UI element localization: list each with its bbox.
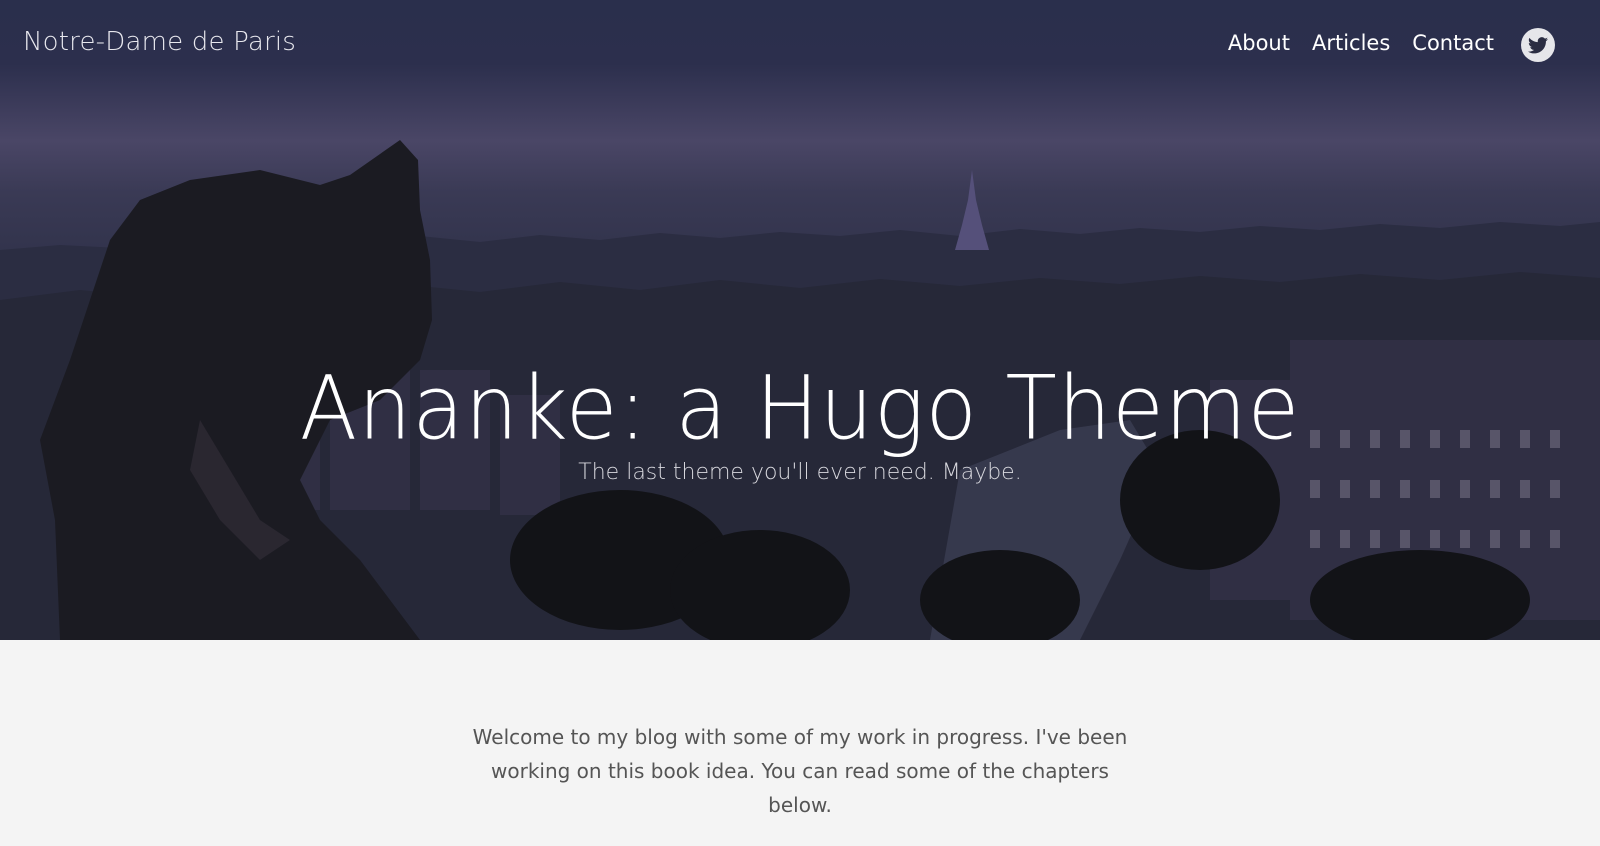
hero-background-image [0, 140, 1600, 640]
hero-banner: Notre-Dame de Paris About Articles Conta… [0, 0, 1600, 640]
site-title-link[interactable]: Notre-Dame de Paris [23, 27, 296, 57]
twitter-icon [1528, 36, 1548, 53]
hero-title: Ananke: a Hugo Theme [299, 356, 1301, 460]
hero-subtitle: The last theme you'll ever need. Maybe. [578, 460, 1022, 485]
twitter-link[interactable] [1521, 28, 1555, 62]
nav-link-about[interactable]: About [1228, 31, 1290, 55]
intro-paragraph: Welcome to my blog with some of my work … [472, 725, 1128, 817]
nav-link-contact[interactable]: Contact [1412, 31, 1494, 55]
main-menu: About Articles Contact [1228, 31, 1494, 55]
top-navigation: Notre-Dame de Paris About Articles Conta… [0, 0, 1600, 90]
nav-link-articles[interactable]: Articles [1312, 31, 1390, 55]
